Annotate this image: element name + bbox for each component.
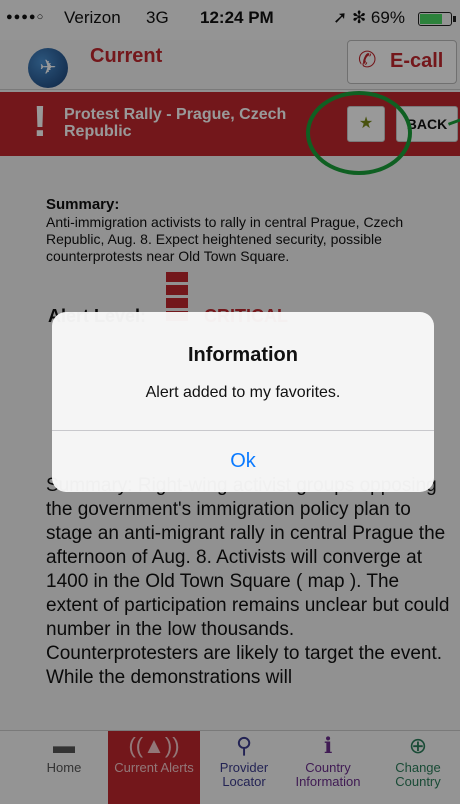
information-dialog: Information Alert added to my favorites.… — [52, 312, 434, 492]
dialog-message: Alert added to my favorites. — [145, 384, 341, 401]
ok-button[interactable]: Ok — [52, 431, 434, 492]
dialog-title: Information — [188, 344, 298, 366]
